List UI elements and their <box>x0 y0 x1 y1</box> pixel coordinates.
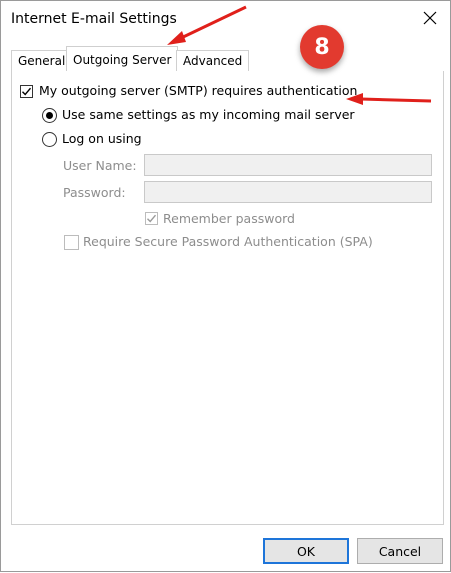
checkmark-icon <box>147 214 157 223</box>
remember-password-checkbox[interactable] <box>145 212 158 225</box>
username-label: User Name: <box>63 158 137 173</box>
checkmark-icon <box>22 87 32 96</box>
cancel-button[interactable]: Cancel <box>357 538 443 564</box>
ok-button[interactable]: OK <box>263 538 349 564</box>
spa-checkbox[interactable] <box>64 235 79 250</box>
close-button[interactable] <box>413 3 447 33</box>
tab-advanced[interactable]: Advanced <box>176 50 250 72</box>
radio-dot-icon <box>46 112 53 119</box>
arrow-to-tab-icon <box>167 5 247 45</box>
spa-label[interactable]: Require Secure Password Authentication (… <box>83 234 373 249</box>
password-input[interactable] <box>144 181 432 203</box>
username-input[interactable] <box>144 154 432 176</box>
smtp-auth-checkbox[interactable] <box>20 85 33 98</box>
password-label: Password: <box>63 185 126 200</box>
logon-using-radio[interactable] <box>42 132 57 147</box>
remember-password-label[interactable]: Remember password <box>163 211 295 226</box>
internet-email-settings-dialog: Internet E-mail Settings General Outgoin… <box>0 0 451 572</box>
same-settings-label[interactable]: Use same settings as my incoming mail se… <box>62 107 355 122</box>
smtp-auth-label[interactable]: My outgoing server (SMTP) requires authe… <box>39 83 357 98</box>
step-number-badge: 8 <box>300 25 344 69</box>
window-title: Internet E-mail Settings <box>11 11 177 27</box>
close-icon <box>423 11 437 25</box>
logon-using-label[interactable]: Log on using <box>62 131 142 146</box>
tab-general[interactable]: General <box>11 50 73 72</box>
tab-outgoing-server[interactable]: Outgoing Server <box>66 46 179 73</box>
same-settings-radio[interactable] <box>42 108 57 123</box>
